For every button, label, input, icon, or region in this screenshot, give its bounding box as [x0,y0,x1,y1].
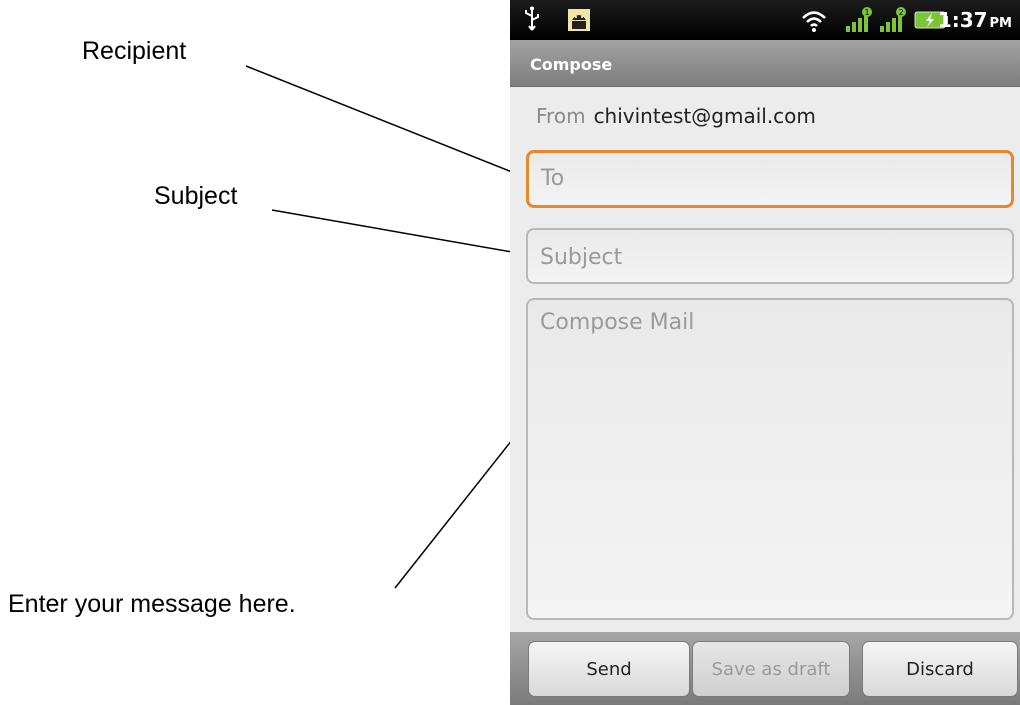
signal-2-badge: 2 [898,8,903,17]
to-placeholder: To [541,166,565,191]
subject-leader-line [271,209,513,253]
clock-ampm: PM [989,16,1012,31]
wifi-icon [802,11,826,32]
discard-button[interactable]: Discard [862,641,1018,697]
phone-screen: 1 2 1:37 PM Compose From chivintest@gmail.… [510,0,1020,705]
clock-time: 1:37 [937,8,988,32]
status-clock: 1:37 PM [938,8,1012,32]
compose-mail-body-field[interactable]: Compose Mail [526,298,1014,620]
from-row: From chivintest@gmail.com [536,104,816,128]
to-field[interactable]: To [526,150,1014,208]
body-placeholder: Compose Mail [540,310,695,335]
signal-2-icon: 2 [880,7,906,32]
android-debug-icon [568,9,590,31]
subject-placeholder: Subject [540,245,623,270]
discard-button-label: Discard [906,658,974,680]
message-leader-line [394,439,513,589]
signal-1-icon: 1 [846,7,872,32]
from-address: chivintest@gmail.com [593,104,816,128]
save-as-draft-button[interactable]: Save as draft [692,641,850,697]
signal-1-badge: 1 [864,8,869,17]
from-label: From [536,104,586,128]
usb-icon [525,6,539,31]
recipient-leader-line [245,65,513,173]
save-as-draft-button-label: Save as draft [711,658,831,680]
title-bar: Compose [510,40,1020,87]
status-bar: 1 2 1:37 PM [510,0,1020,40]
send-button-label: Send [586,658,632,680]
subject-field[interactable]: Subject [526,228,1014,284]
action-button-bar: Send Save as draft Discard [510,632,1020,705]
screen-title: Compose [530,55,613,74]
send-button[interactable]: Send [528,641,690,697]
